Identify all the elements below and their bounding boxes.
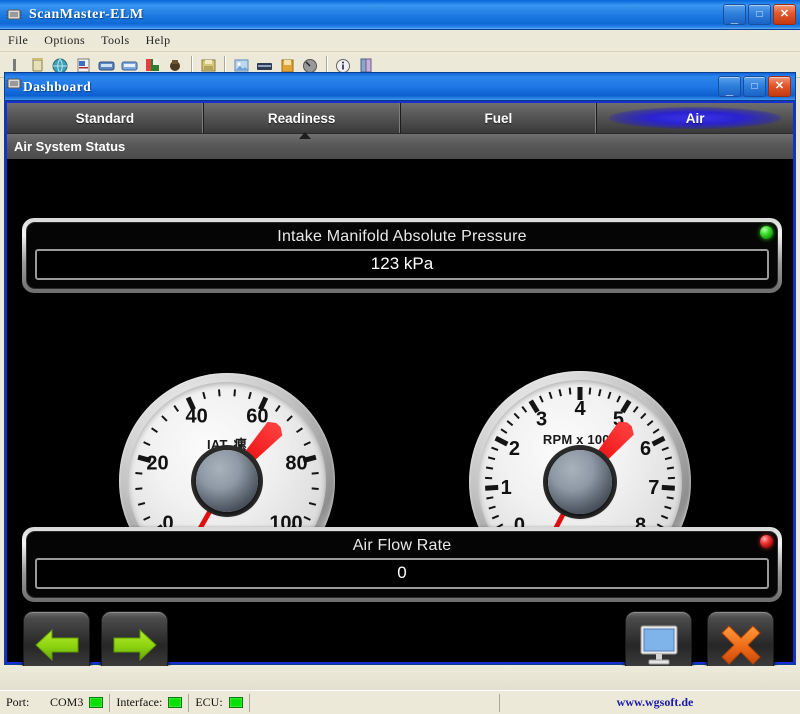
dashboard-chip-icon — [5, 76, 23, 97]
status-interface-led — [168, 697, 182, 708]
iat-gauge-hub — [196, 450, 258, 512]
imap-title: Intake Manifold Absolute Pressure — [35, 228, 769, 249]
dashboard-minimize-button[interactable]: _ — [718, 76, 741, 97]
status-interface-label: Interface: — [116, 695, 162, 710]
menubar: File Options Tools Help — [0, 30, 800, 52]
panel-inner: Intake Manifold Absolute Pressure 123 kP… — [26, 222, 778, 289]
dashboard-window: Dashboard _ □ ✕ Standard Read — [4, 72, 796, 665]
tab-standard-label: Standard — [76, 111, 135, 126]
x-close-icon — [719, 623, 763, 667]
status-ecu-label: ECU: — [195, 695, 222, 710]
dashboard-close-button[interactable]: ✕ — [768, 76, 791, 97]
application-window: ScanMaster-ELM _ □ ✕ File Options Tools … — [0, 0, 800, 714]
tab-fuel-label: Fuel — [484, 111, 512, 126]
dashboard-title: Dashboard — [23, 79, 91, 95]
panel-inner: Air Flow Rate 0 — [26, 531, 778, 598]
panel-air-flow-rate: Air Flow Rate 0 — [22, 527, 782, 602]
toolbar-separator — [191, 56, 193, 74]
tab-air[interactable]: Air — [597, 103, 793, 133]
arrow-right-icon — [112, 625, 158, 665]
status-ecu: ECU: — [189, 694, 249, 712]
dashboard-maximize-button[interactable]: □ — [743, 76, 766, 97]
menu-file[interactable]: File — [8, 33, 28, 48]
rpm-gauge-hub — [548, 450, 612, 514]
section-header: Air System Status — [7, 133, 793, 159]
chip-icon — [5, 7, 23, 23]
dashboard-window-controls: _ □ ✕ — [718, 76, 791, 97]
monitor-icon — [636, 623, 682, 667]
menu-options[interactable]: Options — [44, 33, 85, 48]
status-port-led — [89, 697, 103, 708]
imap-value: 123 kPa — [35, 249, 769, 280]
toolbar-separator — [326, 56, 328, 74]
statusbar: Port: COM3 Interface: ECU: www.wgsoft.de — [0, 690, 800, 714]
status-ecu-led — [229, 697, 243, 708]
arrow-left-icon — [34, 625, 80, 665]
airflow-value: 0 — [35, 558, 769, 589]
dashboard-body: Standard Readiness Fuel Air Air System S… — [5, 101, 795, 664]
airflow-title: Air Flow Rate — [35, 537, 769, 558]
status-spacer — [250, 694, 500, 712]
status-port-label: Port: — [6, 695, 29, 710]
menu-tools[interactable]: Tools — [101, 33, 130, 48]
toolbar-separator — [224, 56, 226, 74]
status-website-link[interactable]: www.wgsoft.de — [500, 695, 800, 710]
app-titlebar: ScanMaster-ELM _ □ ✕ — [0, 0, 800, 30]
tab-readiness[interactable]: Readiness — [204, 103, 401, 133]
imap-status-led — [760, 226, 773, 239]
taskbar-strip — [0, 666, 800, 690]
section-title: Air System Status — [14, 139, 125, 154]
tab-readiness-label: Readiness — [268, 111, 336, 126]
status-port: Port: COM3 — [0, 694, 110, 712]
dashboard-tabs: Standard Readiness Fuel Air — [7, 103, 793, 133]
status-port-value: COM3 — [35, 695, 83, 710]
dashboard-titlebar: Dashboard _ □ ✕ — [5, 73, 795, 101]
tab-selection-marker — [299, 132, 311, 139]
status-interface: Interface: — [110, 694, 189, 712]
app-maximize-button[interactable]: □ — [748, 4, 771, 25]
menu-help[interactable]: Help — [146, 33, 171, 48]
tab-standard[interactable]: Standard — [7, 103, 204, 133]
app-close-button[interactable]: ✕ — [773, 4, 796, 25]
tab-fuel[interactable]: Fuel — [401, 103, 598, 133]
app-minimize-button[interactable]: _ — [723, 4, 746, 25]
tab-air-label: Air — [686, 111, 705, 126]
app-window-controls: _ □ ✕ — [723, 4, 796, 25]
airflow-status-led — [760, 535, 773, 548]
panel-intake-manifold-absolute-pressure: Intake Manifold Absolute Pressure 123 kP… — [22, 218, 782, 293]
app-title: ScanMaster-ELM — [29, 7, 144, 23]
